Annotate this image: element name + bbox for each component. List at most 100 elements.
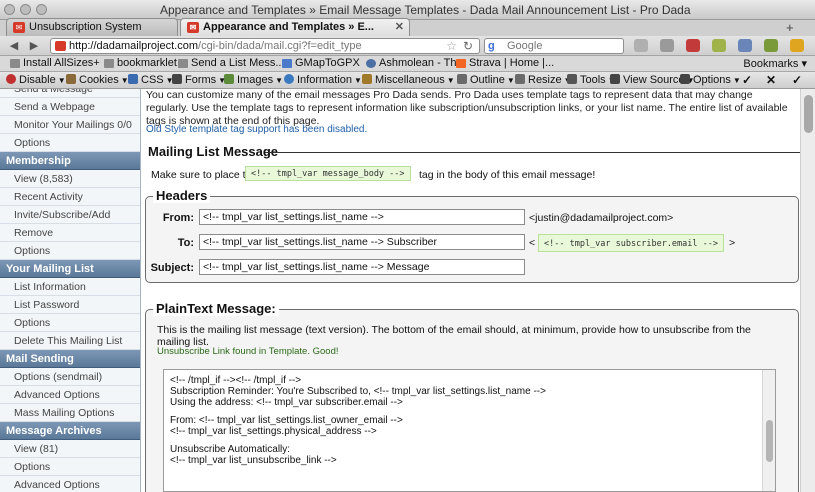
sidebar-item-send-webpage[interactable]: Send a Webpage xyxy=(0,98,140,116)
addon-icon[interactable] xyxy=(764,39,778,52)
information-icon xyxy=(284,74,294,84)
devtool-outline-menu[interactable]: Outline ▼ xyxy=(457,74,515,86)
devtool-cookies-menu[interactable]: Cookies ▼ xyxy=(66,74,129,86)
page-scrollbar[interactable] xyxy=(800,89,815,492)
address-bar[interactable]: http://dadamailproject.com/cgi-bin/dada/… xyxy=(50,38,480,54)
devtool-resize-menu[interactable]: Resize▼ xyxy=(515,74,572,86)
tab-unsubscription-system[interactable]: ✉ Unsubscription System xyxy=(6,18,178,36)
toolbar-addon-icons xyxy=(634,39,804,52)
subject-field[interactable] xyxy=(199,259,525,275)
url-text: http://dadamailproject.com/cgi-bin/dada/… xyxy=(69,40,362,52)
devtool-images-menu[interactable]: Images ▼ xyxy=(224,74,283,86)
devtool-forms-menu[interactable]: Forms ▼ xyxy=(172,74,226,86)
mailing-list-message-heading: Mailing List Message xyxy=(148,144,279,159)
page-scroll-thumb[interactable] xyxy=(804,95,813,133)
sidebar-header-your-mailing-list: Your Mailing List xyxy=(0,260,140,278)
section-divider xyxy=(265,152,800,153)
url-host: http://dadamailproject.com xyxy=(69,40,199,52)
textarea-scrollbar[interactable] xyxy=(762,370,775,491)
sidebar-item-mass-mailing-options[interactable]: Mass Mailing Options xyxy=(0,404,140,422)
sidebar-item-list-options[interactable]: Options xyxy=(0,314,140,332)
search-input[interactable] xyxy=(507,40,607,52)
tab-bar: ✉ Unsubscription System ✉ Appearance and… xyxy=(0,18,815,36)
tab-label: Appearance and Templates » E... xyxy=(203,21,374,33)
from-email: <justin@dadamailproject.com> xyxy=(529,212,674,224)
sidebar-item-list-information[interactable]: List Information xyxy=(0,278,140,296)
tab-close-icon[interactable]: ✕ xyxy=(395,20,404,33)
unsubscribe-link-status: Unsubscribe Link found in Template. Good… xyxy=(157,346,339,357)
web-developer-toolbar: Disable ▼ Cookies ▼ CSS ▼ Forms ▼ Images ▼ In… xyxy=(0,72,815,89)
sidebar-item-sending-options[interactable]: Options xyxy=(0,134,140,152)
devtool-miscellaneous-menu[interactable]: Miscellaneous ▼ xyxy=(362,74,455,86)
checkmark-icon[interactable]: ✓ xyxy=(792,73,802,87)
reload-icon[interactable]: ↻ xyxy=(463,39,473,53)
sidebar-item-send-message[interactable]: Send a Message xyxy=(0,89,140,98)
minimize-window-button[interactable] xyxy=(20,4,31,15)
bookmark-strava[interactable]: Strava | Home |... xyxy=(456,57,554,69)
sidebar-item-remove[interactable]: Remove xyxy=(0,224,140,242)
tab-appearance-templates[interactable]: ✉ Appearance and Templates » E... ✕ xyxy=(180,18,410,36)
textarea-scroll-thumb[interactable] xyxy=(766,420,773,462)
home-icon[interactable] xyxy=(660,39,674,52)
sidebar-item-options-sendmail[interactable]: Options (sendmail) xyxy=(0,368,140,386)
sidebar-item-archive-options[interactable]: Options xyxy=(0,458,140,476)
bookmark-send-list-message[interactable]: Send a List Mess... xyxy=(178,57,285,69)
sidebar-item-invite-subscribe-add[interactable]: Invite/Subscribe/Add xyxy=(0,206,140,224)
sidebar-item-recent-activity[interactable]: Recent Activity xyxy=(0,188,140,206)
back-button[interactable]: ◀ xyxy=(6,39,22,53)
tab-label: Unsubscription System xyxy=(29,21,142,33)
devtool-disable-menu[interactable]: Disable ▼ xyxy=(6,74,66,86)
sidebar-item-view-members[interactable]: View (8,583) xyxy=(0,170,140,188)
old-style-notice: Old Style template tag support has been … xyxy=(146,124,368,135)
bookmark-gmaptogpx[interactable]: GMapToGPX xyxy=(282,57,360,69)
sidebar-item-view-archives[interactable]: View (81) xyxy=(0,440,140,458)
forward-button[interactable]: ▶ xyxy=(26,39,42,53)
intro-text: You can customize many of the email mess… xyxy=(146,89,788,127)
menu-label: Cookies xyxy=(79,74,119,86)
message-line: Unsubscribe Automatically: xyxy=(170,444,291,455)
addon-icon[interactable] xyxy=(712,39,726,52)
bookmark-bookmarklet[interactable]: bookmarklet xyxy=(104,57,177,69)
sidebar-item-archive-advanced-options[interactable]: Advanced Options xyxy=(0,476,140,492)
tools-icon xyxy=(567,74,577,84)
download-icon[interactable] xyxy=(634,39,648,52)
bookmark-ashmolean[interactable]: Ashmolean - Th... xyxy=(366,57,466,69)
new-tab-icon[interactable]: + xyxy=(786,20,794,35)
bookmarks-menu[interactable]: Bookmarks ▾ xyxy=(743,57,807,70)
plaintext-message-textarea[interactable]: <!-- /tmpl_if --><!-- /tmpl_if --> Subsc… xyxy=(163,369,776,492)
navigation-bar: ◀ ▶ http://dadamailproject.com/cgi-bin/d… xyxy=(0,36,815,56)
menu-label: Tools xyxy=(580,74,606,86)
forms-icon xyxy=(172,74,182,84)
search-bar[interactable]: g xyxy=(484,38,624,54)
to-field[interactable] xyxy=(199,234,525,250)
sidebar-item-list-password[interactable]: List Password xyxy=(0,296,140,314)
sidebar-item-membership-options[interactable]: Options xyxy=(0,242,140,260)
addon-icon[interactable] xyxy=(790,39,804,52)
sidebar-item-advanced-options[interactable]: Advanced Options xyxy=(0,386,140,404)
outline-icon xyxy=(457,74,467,84)
addon-icon[interactable] xyxy=(738,39,752,52)
bookmark-install-allsizes[interactable]: Install AllSizes+ xyxy=(10,57,100,69)
sidebar-header-membership: Membership xyxy=(0,152,140,170)
devtool-tools-menu[interactable]: Tools▼ xyxy=(567,74,616,86)
message-line: Using the address: <!-- tmpl_var subscri… xyxy=(170,397,403,408)
bookmark-star-icon[interactable]: ☆ xyxy=(446,39,457,53)
close-window-button[interactable] xyxy=(4,4,15,15)
site-favicon-icon xyxy=(55,41,66,51)
sidebar-item-delete-list[interactable]: Delete This Mailing List xyxy=(0,332,140,350)
stop-addon-icon[interactable] xyxy=(686,39,700,52)
admin-sidebar: Send a Message Send a Webpage Monitor Yo… xyxy=(0,89,141,492)
checkmark-icon[interactable]: ✓ xyxy=(742,73,752,87)
devtool-options-menu[interactable]: Options ▼ xyxy=(680,74,741,86)
sidebar-item-monitor-mailings[interactable]: Monitor Your Mailings 0/0 xyxy=(0,116,140,134)
devtool-information-menu[interactable]: Information ▼ xyxy=(284,74,362,86)
url-path: /cgi-bin/dada/mail.cgi?f=edit_type xyxy=(198,40,362,52)
from-field[interactable] xyxy=(199,209,525,225)
subject-label: Subject: xyxy=(150,262,194,274)
menu-label: Resize xyxy=(528,74,562,86)
devtool-css-menu[interactable]: CSS ▼ xyxy=(128,74,174,86)
plaintext-heading: PlainText Message: xyxy=(153,301,279,316)
close-toolbar-icon[interactable]: ✕ xyxy=(766,73,776,87)
zoom-window-button[interactable] xyxy=(36,4,47,15)
disable-icon xyxy=(6,74,16,84)
